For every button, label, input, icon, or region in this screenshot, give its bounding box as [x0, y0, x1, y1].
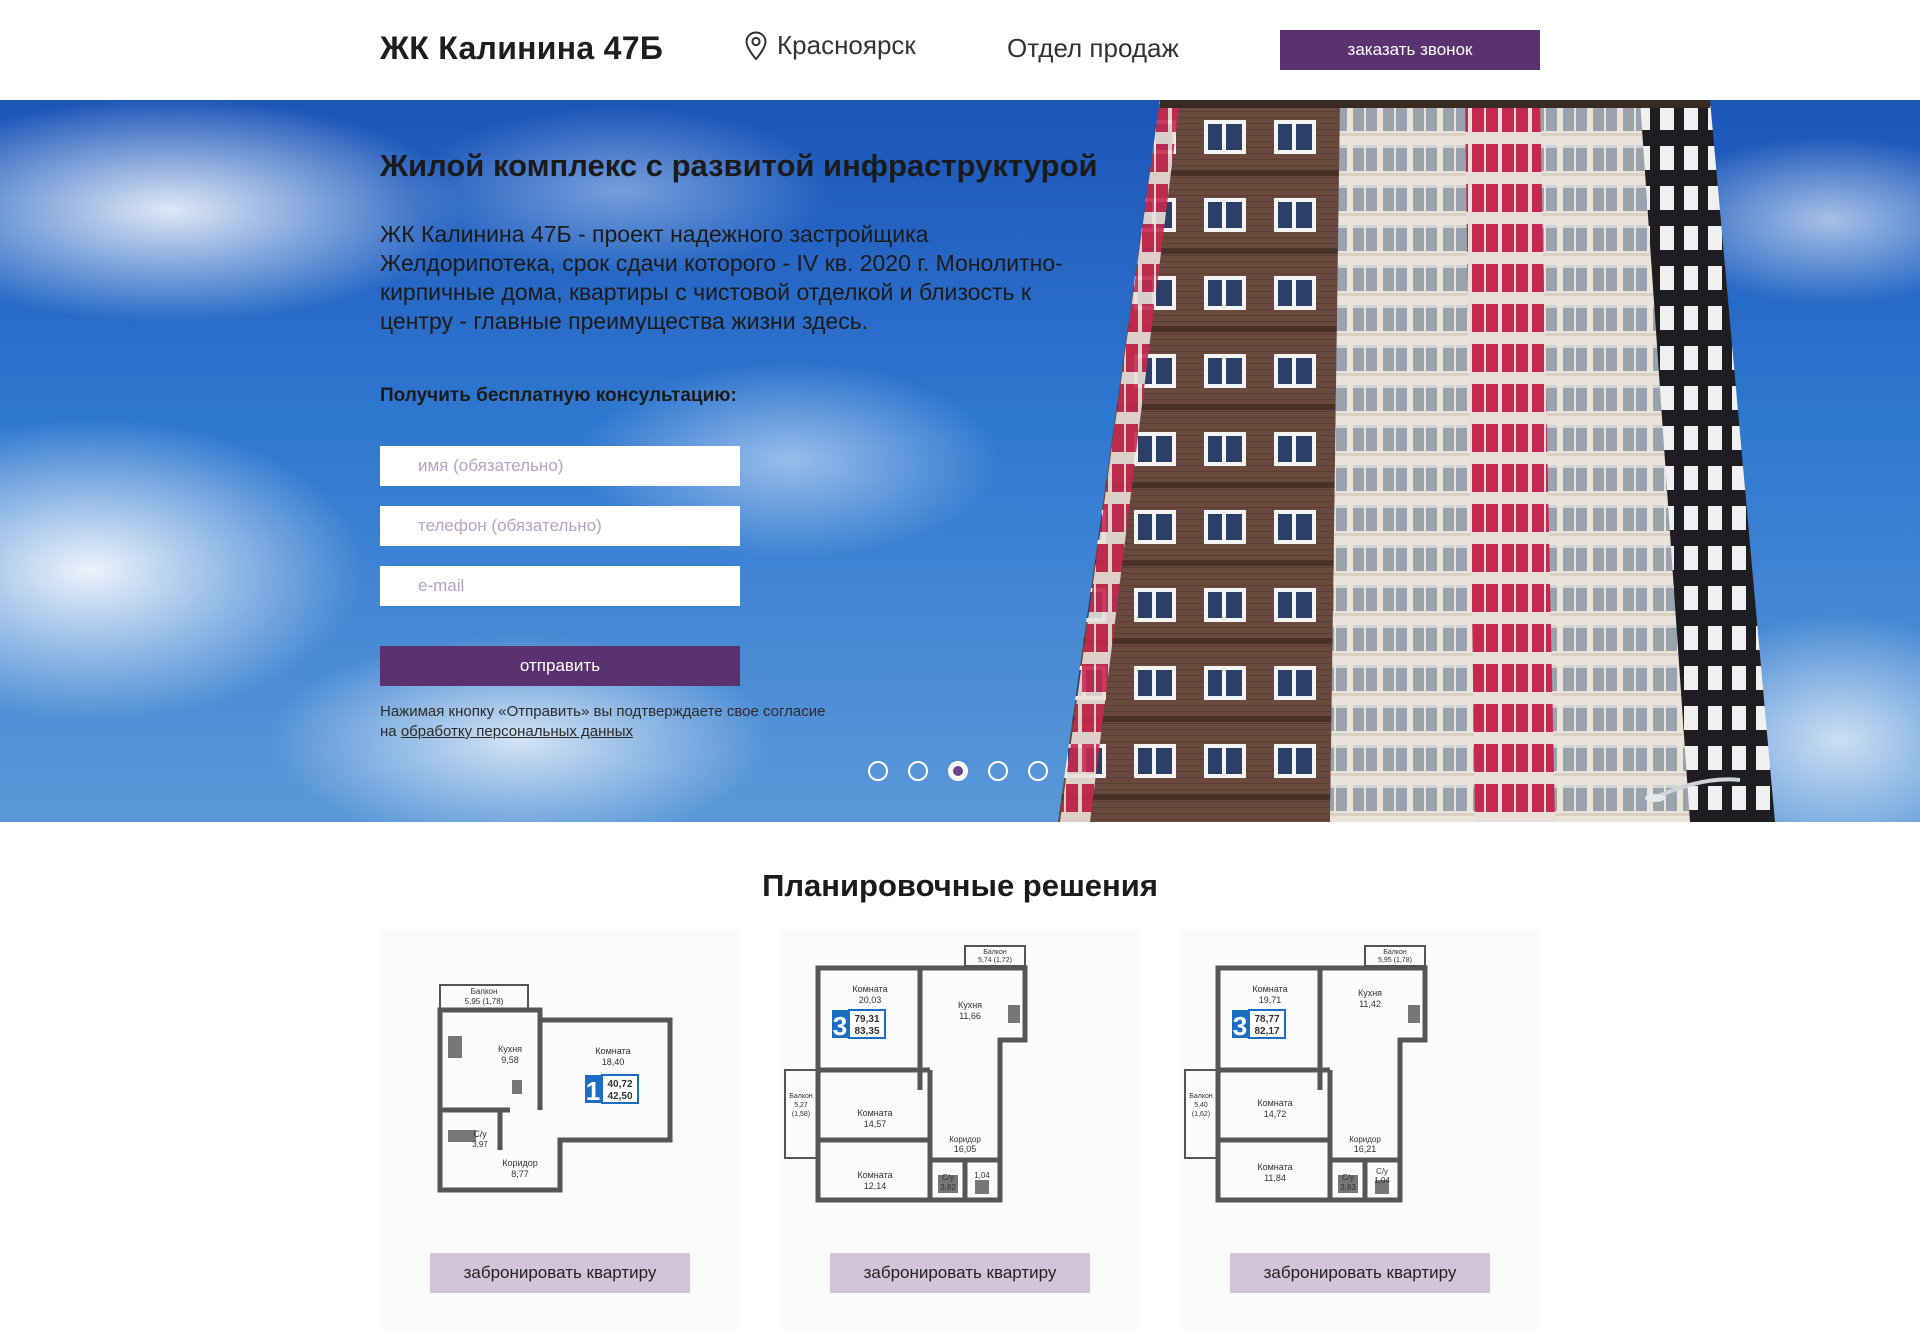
hero-title: Жилой комплекс с развитой инфраструктуро…	[380, 148, 1098, 183]
balcony-area: 5,74 (1,72)	[978, 957, 1012, 964]
kitchen-area: 9,58	[501, 1055, 519, 1065]
living-area: 78,77	[1254, 1014, 1279, 1025]
slide-dot-1[interactable]	[868, 761, 888, 781]
slider-pagination	[868, 761, 1048, 781]
room2-label: Комната	[1257, 1098, 1292, 1108]
slide-dot-2[interactable]	[908, 761, 928, 781]
rooms-count: 3	[1233, 1011, 1247, 1041]
city-label: Красноярск	[777, 30, 916, 60]
wc-area: 1,04	[1374, 1176, 1390, 1185]
corridor-area: 16,21	[1354, 1144, 1377, 1154]
room2-area: 14,57	[864, 1119, 887, 1129]
hero-slider: Жилой комплекс с развитой инфраструктуро…	[0, 100, 1920, 822]
kitchen-label: Кухня	[958, 1000, 982, 1010]
balcony-label: Балкон	[471, 987, 498, 996]
slide-dot-5[interactable]	[1028, 761, 1048, 781]
room1-area: 20,03	[859, 995, 882, 1005]
order-callback-button[interactable]: заказать звонок	[1280, 30, 1540, 70]
book-apartment-button-2[interactable]: забронировать квартиру	[830, 1253, 1090, 1293]
room-label: Комната	[595, 1046, 630, 1056]
side-balcony-label: Балкон	[1189, 1093, 1213, 1100]
kitchen-label: Кухня	[1358, 988, 1382, 998]
building-photo	[1058, 100, 1775, 822]
room-area: 18,40	[602, 1057, 625, 1067]
bath-area: 3,97	[472, 1140, 488, 1149]
floor-plan-2[interactable]: Балкон 5,74 (1,72) Балкон 5,27 (1,58) Ко…	[780, 930, 1140, 1250]
site-logo[interactable]: ЖК Калинина 47Б	[380, 30, 663, 67]
floor-plan-1[interactable]: Балкон 5,95 (1,78) Кухня 9,58 Комната 18…	[380, 930, 740, 1250]
total-area: 83,35	[854, 1026, 879, 1037]
living-area: 40,72	[607, 1079, 632, 1090]
side-balcony-label: Балкон	[789, 1093, 813, 1100]
plans-section-title: Планировочные решения	[762, 868, 1158, 903]
room1-label: Комната	[1252, 984, 1287, 994]
side-balcony-area-2: (1,62)	[1192, 1111, 1210, 1118]
corridor-label: Коридор	[949, 1135, 981, 1144]
email-input[interactable]	[380, 566, 740, 606]
bath-area: 3,82	[940, 1183, 956, 1192]
side-balcony-area-2: (1,58)	[792, 1111, 810, 1118]
side-balcony-area: 5,40	[1194, 1102, 1208, 1109]
city-selector[interactable]: Красноярск	[745, 30, 916, 61]
site-header: ЖК Калинина 47Б Красноярск Отдел продаж …	[0, 0, 1920, 100]
total-area: 82,17	[1254, 1026, 1279, 1037]
submit-button[interactable]: отправить	[380, 646, 740, 686]
bath-label: С/у	[1342, 1173, 1354, 1182]
total-area: 42,50	[607, 1091, 632, 1102]
room2-label: Комната	[857, 1108, 892, 1118]
corridor-label: Коридор	[1349, 1135, 1381, 1144]
privacy-policy-link[interactable]: обработку персональных данных	[401, 723, 633, 740]
rooms-count: 1	[586, 1076, 600, 1106]
phone-input[interactable]	[380, 506, 740, 546]
kitchen-area: 11,42	[1359, 999, 1381, 1009]
bath-area: 3,83	[1340, 1183, 1356, 1192]
corridor-area: 8,77	[511, 1169, 529, 1179]
kitchen-area: 11,66	[959, 1011, 981, 1021]
wc-label: С/у	[1376, 1167, 1388, 1176]
balcony-label: Балкон	[1383, 949, 1407, 956]
slide-dot-4[interactable]	[988, 761, 1008, 781]
map-pin-icon	[745, 30, 767, 60]
hero-description: ЖК Калинина 47Б - проект надежного застр…	[380, 221, 1063, 334]
room3-area: 11,84	[1264, 1173, 1286, 1183]
corridor-area: 16,05	[954, 1144, 977, 1154]
room1-area: 19,71	[1259, 995, 1282, 1005]
corridor-label: Коридор	[502, 1158, 538, 1168]
bath-label: С/у	[942, 1173, 954, 1182]
wc-area: 1,04	[974, 1171, 990, 1180]
name-input[interactable]	[380, 446, 740, 486]
balcony-label: Балкон	[983, 949, 1007, 956]
balcony-area: 5,95 (1,78)	[1378, 957, 1412, 964]
floor-plan-card-1: Балкон 5,95 (1,78) Кухня 9,58 Комната 18…	[380, 930, 740, 1330]
bath-label: С/у	[473, 1129, 487, 1139]
living-area: 79,31	[854, 1014, 879, 1025]
floor-plan-card-2: Балкон 5,74 (1,72) Балкон 5,27 (1,58) Ко…	[780, 930, 1140, 1330]
book-apartment-button-1[interactable]: забронировать квартиру	[430, 1253, 690, 1293]
floor-plan-3[interactable]: Балкон 5,95 (1,78) Балкон 5,40 (1,62) Ко…	[1180, 930, 1540, 1250]
rooms-count: 3	[833, 1011, 847, 1041]
slide-dot-3[interactable]	[948, 761, 968, 781]
room3-label: Комната	[1257, 1162, 1292, 1172]
room3-label: Комната	[857, 1170, 892, 1180]
kitchen-label: Кухня	[498, 1044, 522, 1054]
consultation-label: Получить бесплатную консультацию:	[380, 385, 737, 406]
room3-area: 12,14	[864, 1181, 887, 1191]
book-apartment-button-3[interactable]: забронировать квартиру	[1230, 1253, 1490, 1293]
room2-area: 14,72	[1264, 1109, 1287, 1119]
side-balcony-area: 5,27	[794, 1102, 808, 1109]
balcony-area: 5,95 (1,78)	[465, 997, 504, 1006]
room1-label: Комната	[852, 984, 887, 994]
floor-plan-card-3: Балкон 5,95 (1,78) Балкон 5,40 (1,62) Ко…	[1180, 930, 1540, 1330]
consent-text: Нажимая кнопку «Отправить» вы подтвержда…	[380, 702, 840, 742]
sales-department-link[interactable]: Отдел продаж	[1007, 33, 1179, 64]
